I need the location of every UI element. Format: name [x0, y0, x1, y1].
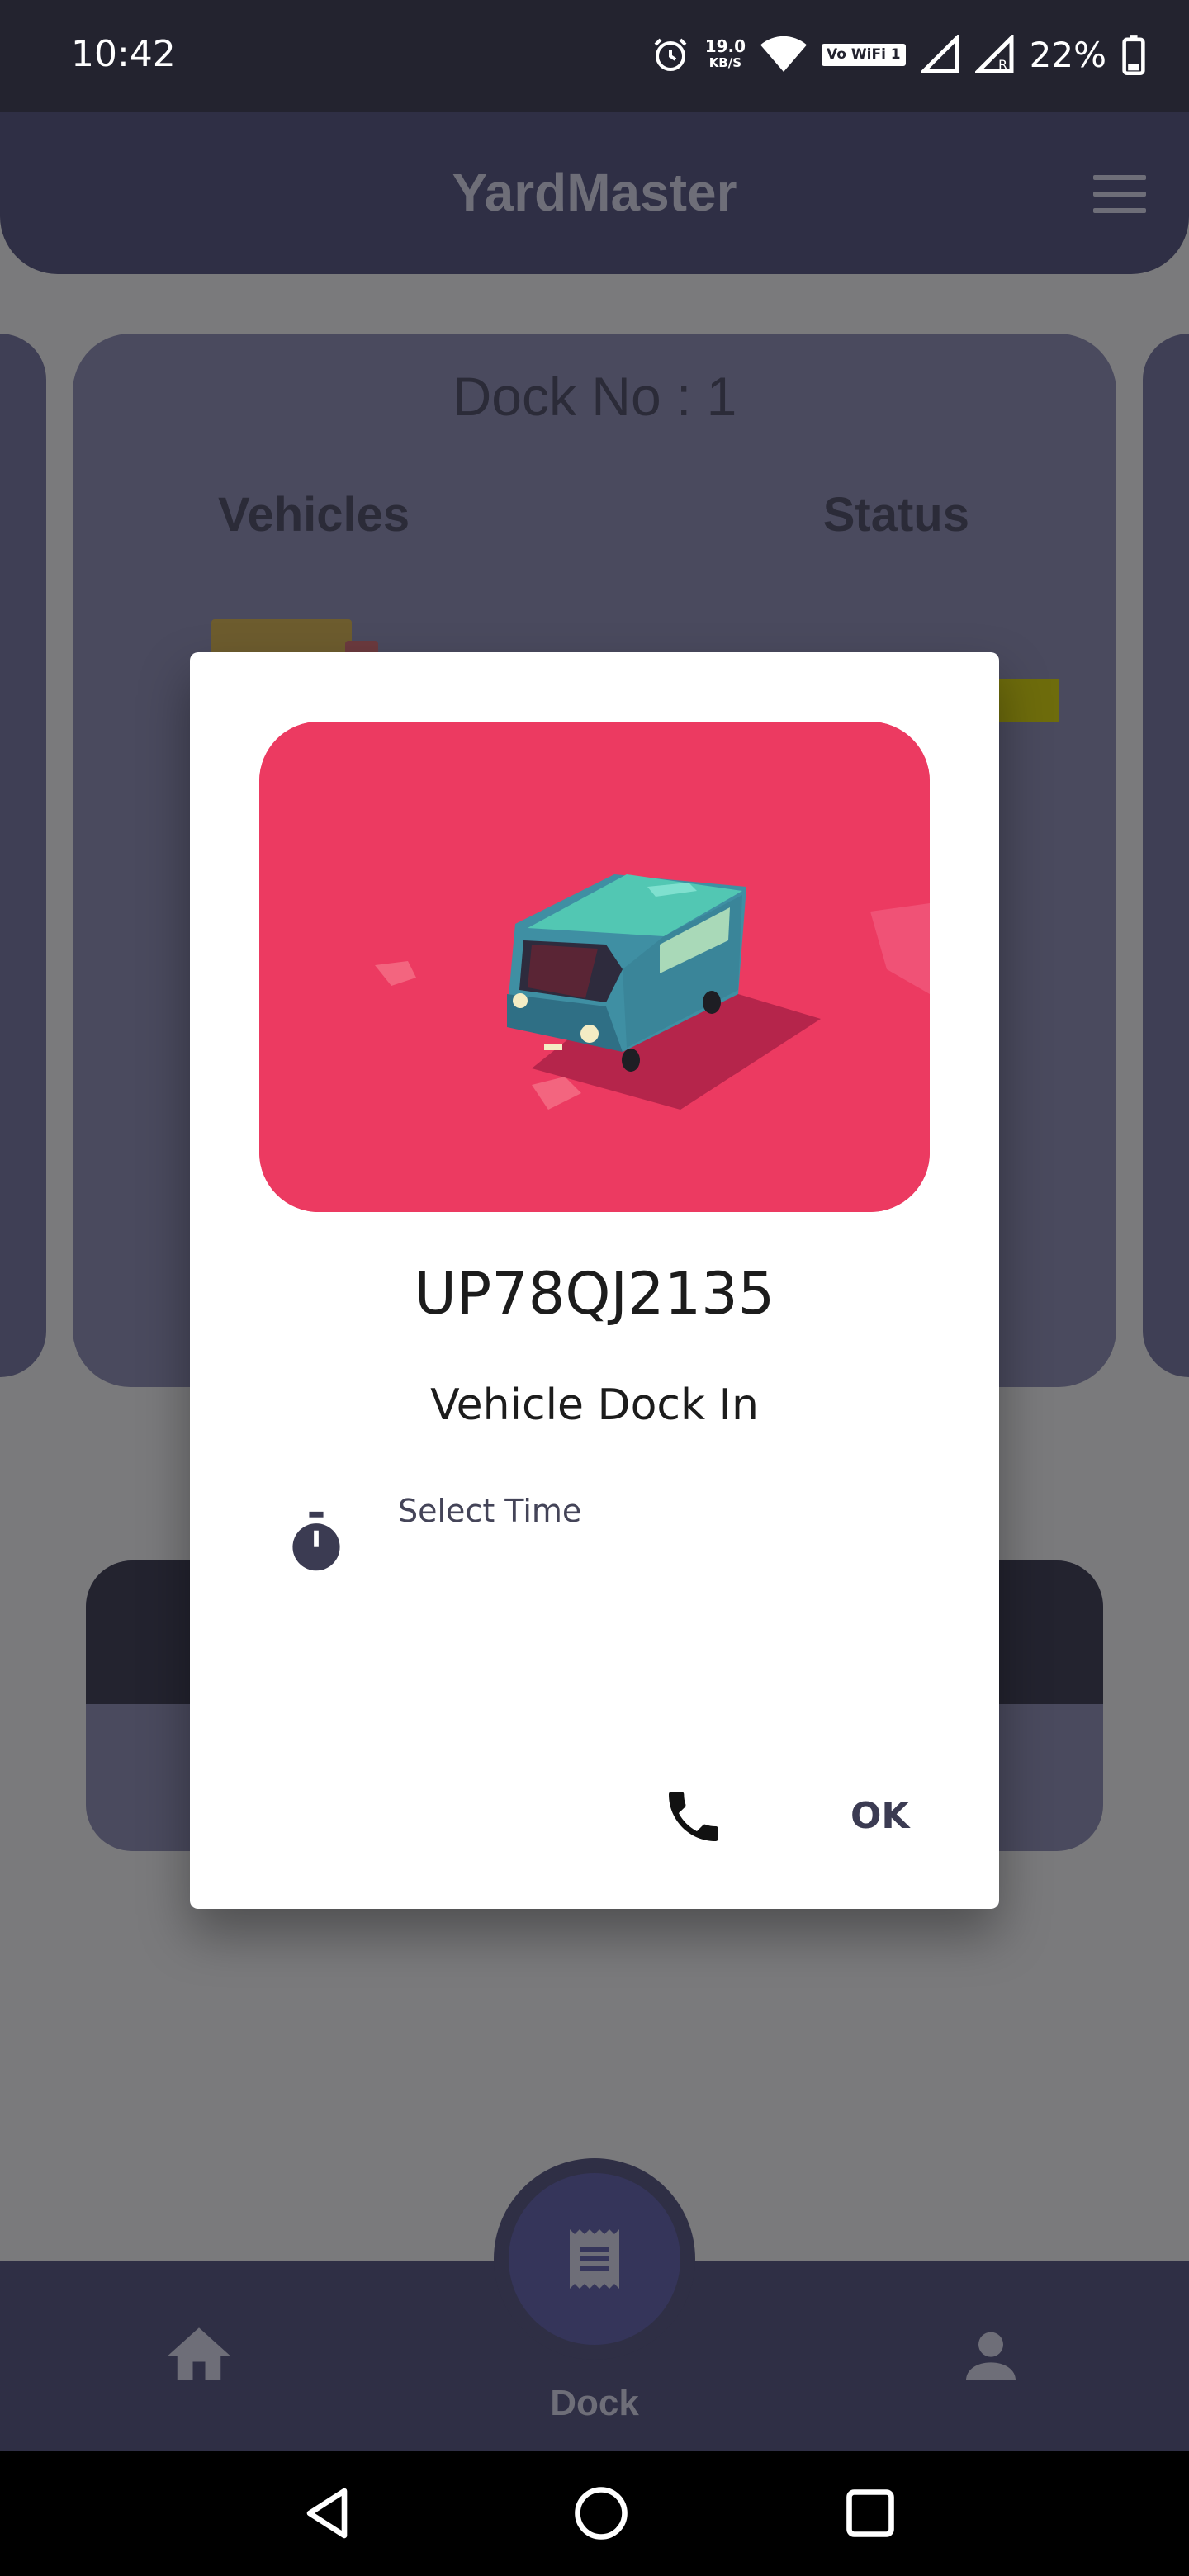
ok-button[interactable]: OK	[850, 1795, 910, 1837]
vehicle-number: UP78QJ2135	[414, 1260, 775, 1328]
vehicle-dock-dialog: UP78QJ2135 Vehicle Dock In Select Time O…	[190, 652, 999, 1909]
battery-percent: 22%	[1029, 34, 1106, 75]
recents-icon[interactable]	[841, 2484, 900, 2543]
home-icon[interactable]	[162, 2318, 236, 2393]
status-icons: 19.0 KB/S Vo WiFi 1 R 22%	[651, 30, 1146, 79]
signal-roaming-icon: R	[974, 35, 1014, 73]
dock-title: Dock No : 1	[452, 366, 737, 427]
vehicles-column-header: Vehicles	[218, 488, 410, 542]
timer-icon[interactable]	[287, 1509, 345, 1575]
network-speed-value: 19.0	[704, 36, 746, 56]
status-time: 10:42	[71, 33, 176, 75]
network-speed: 19.0 KB/S	[705, 38, 746, 71]
vowifi-icon: Vo WiFi 1	[822, 43, 906, 66]
dialog-action-title: Vehicle Dock In	[430, 1380, 759, 1430]
prev-dock-card[interactable]	[0, 334, 46, 1377]
receipt-icon	[570, 2229, 619, 2289]
profile-icon[interactable]	[958, 2318, 1024, 2393]
van-icon	[259, 722, 930, 1212]
signal-icon	[920, 35, 959, 73]
alarm-icon	[654, 38, 687, 71]
van-illustration	[259, 722, 930, 1212]
status-column-header: Status	[822, 488, 969, 542]
app-header: YardMaster	[0, 112, 1189, 274]
app-title: YardMaster	[452, 163, 737, 222]
back-icon[interactable]	[297, 2484, 357, 2543]
select-time-field[interactable]: Select Time	[398, 1493, 581, 1529]
battery-icon	[1122, 35, 1145, 75]
svg-text:R: R	[998, 57, 1007, 73]
dock-nav-label[interactable]: Dock	[0, 2383, 1189, 2424]
wifi-icon	[760, 36, 808, 72]
status-bar: 10:42 19.0 KB/S Vo WiFi 1 R 22%	[0, 0, 1189, 112]
home-circle-icon[interactable]	[571, 2484, 631, 2543]
menu-icon[interactable]	[1093, 175, 1146, 213]
next-dock-card[interactable]	[1143, 334, 1189, 1377]
system-navigation-bar	[0, 2451, 1189, 2576]
network-speed-unit: KB/S	[708, 55, 742, 70]
dock-fab-button[interactable]	[509, 2173, 680, 2345]
phone-icon[interactable]	[661, 1783, 727, 1849]
